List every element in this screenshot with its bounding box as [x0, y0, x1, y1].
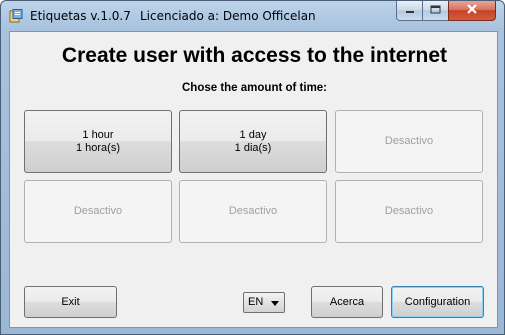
tile-label-primary: Desactivo [384, 135, 434, 147]
exit-button[interactable]: Exit [24, 286, 117, 318]
title-bar[interactable]: Etiquetas v.1.0.7 Licenciado a: Demo Off… [1, 1, 504, 31]
close-button[interactable] [448, 1, 496, 21]
tile-label-primary: Desactivo [228, 205, 278, 217]
time-prompt: Chose the amount of time: [181, 82, 328, 94]
about-button[interactable]: Acerca [311, 286, 383, 318]
option-disabled-button: Desactivo [179, 180, 327, 243]
client-area: Create user with access to the internet … [9, 31, 498, 328]
tile-label-secondary: 1 dia(s) [234, 141, 272, 154]
window-title: Etiquetas v.1.0.7 [30, 9, 131, 23]
tile-label-primary: Desactivo [73, 205, 123, 217]
close-icon [466, 4, 478, 17]
tile-label-primary: Desactivo [384, 205, 434, 217]
option-1-day-button[interactable]: 1 day 1 dia(s) [179, 110, 327, 173]
option-disabled-button: Desactivo [335, 110, 483, 173]
license-text: Licenciado a: Demo Officelan [140, 9, 316, 23]
option-disabled-button: Desactivo [24, 180, 172, 243]
page-title: Create user with access to the internet [61, 44, 448, 67]
tile-label-secondary: 1 hora(s) [75, 141, 121, 154]
app-icon [9, 9, 23, 23]
dropdown-arrow-icon [271, 301, 279, 306]
configuration-button[interactable]: Configuration [391, 286, 484, 318]
maximize-button[interactable] [422, 1, 449, 21]
language-select[interactable]: EN [243, 292, 285, 313]
application-window: Etiquetas v.1.0.7 Licenciado a: Demo Off… [0, 0, 505, 335]
option-1-hour-button[interactable]: 1 hour 1 hora(s) [24, 110, 172, 173]
option-disabled-button: Desactivo [335, 180, 483, 243]
minimize-icon [405, 4, 415, 17]
tile-label-primary: 1 day [239, 128, 267, 141]
minimize-button[interactable] [396, 1, 423, 21]
maximize-icon [430, 4, 441, 17]
language-value: EN [248, 296, 264, 308]
tile-label-primary: 1 hour [82, 128, 114, 141]
